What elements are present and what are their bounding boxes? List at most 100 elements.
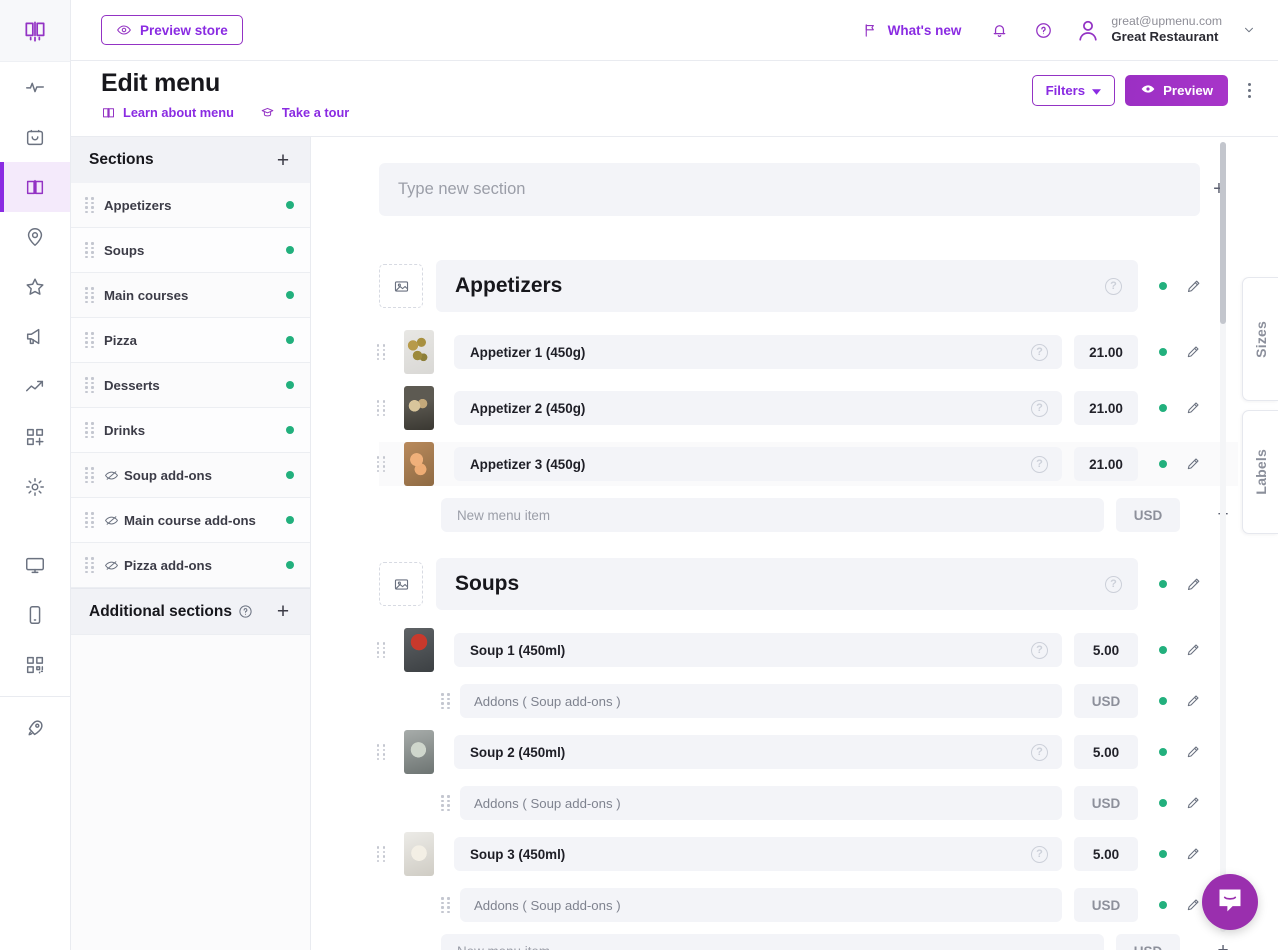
menu-item-name-input[interactable]: Soup 1 (450ml) ? <box>454 633 1062 667</box>
preview-button[interactable]: Preview <box>1125 75 1228 106</box>
item-thumbnail[interactable] <box>404 832 434 876</box>
take-a-tour-link[interactable]: Take a tour <box>260 105 349 120</box>
drag-handle-icon[interactable] <box>85 422 94 438</box>
menu-item-name-input[interactable]: Appetizer 2 (450g) ? <box>454 391 1062 425</box>
sidebar-item-pizza[interactable]: Pizza <box>71 318 310 363</box>
filters-button[interactable]: Filters <box>1031 75 1116 106</box>
item-edit-button[interactable] <box>1178 737 1208 767</box>
new-menu-item-input[interactable]: New menu item <box>441 934 1104 950</box>
item-edit-button[interactable] <box>1178 635 1208 665</box>
drag-handle-icon[interactable] <box>85 287 94 303</box>
rail-item-mobile-app[interactable] <box>0 590 70 640</box>
drag-handle-icon[interactable] <box>85 557 94 573</box>
drag-handle-icon[interactable] <box>376 400 386 416</box>
section-status-toggle[interactable] <box>1148 271 1178 301</box>
item-thumbnail[interactable] <box>404 730 434 774</box>
menu-item-name-input[interactable]: Soup 2 (450ml) ? <box>454 735 1062 769</box>
sidebar-item-pizza-add-ons[interactable]: Pizza add-ons <box>71 543 310 588</box>
rail-item-orders[interactable] <box>0 112 70 162</box>
whats-new-button[interactable]: What's new <box>846 22 978 39</box>
drag-handle-icon[interactable] <box>376 846 386 862</box>
item-edit-button[interactable] <box>1178 393 1208 423</box>
question-circle-icon[interactable]: ? <box>1031 343 1048 361</box>
add-menu-item-button[interactable]: + <box>1208 936 1238 950</box>
menu-item-name-input[interactable]: Appetizer 1 (450g) ? <box>454 335 1062 369</box>
item-edit-button[interactable] <box>1178 449 1208 479</box>
rail-item-whats-new[interactable] <box>0 703 70 753</box>
new-section-input[interactable]: Type new section <box>379 163 1200 216</box>
item-status-toggle[interactable] <box>1148 635 1178 665</box>
addons-status-toggle[interactable] <box>1148 890 1178 920</box>
rail-item-menu[interactable] <box>0 162 70 212</box>
drag-handle-icon[interactable] <box>441 795 450 811</box>
item-status-toggle[interactable] <box>1148 839 1178 869</box>
addons-edit-button[interactable] <box>1178 788 1208 818</box>
drag-handle-icon[interactable] <box>376 344 386 360</box>
intercom-chat-launcher[interactable] <box>1202 874 1258 930</box>
account-menu[interactable]: great@upmenu.com Great Restaurant <box>1065 14 1260 46</box>
page-kebab-menu-icon[interactable] <box>1238 75 1260 106</box>
rail-item-integrations[interactable] <box>0 412 70 462</box>
section-edit-button[interactable] <box>1178 271 1208 301</box>
question-circle-icon[interactable] <box>238 604 253 619</box>
image-placeholder-icon[interactable] <box>379 264 423 308</box>
question-circle-icon[interactable]: ? <box>1105 575 1122 593</box>
menu-item-price-input[interactable]: 21.00 <box>1074 447 1138 481</box>
section-edit-button[interactable] <box>1178 569 1208 599</box>
question-circle-icon[interactable]: ? <box>1105 277 1122 295</box>
item-status-toggle[interactable] <box>1148 737 1178 767</box>
rail-item-settings[interactable] <box>0 462 70 512</box>
question-circle-icon[interactable]: ? <box>1031 455 1048 473</box>
tab-sizes[interactable]: Sizes <box>1242 277 1278 401</box>
item-thumbnail[interactable] <box>404 330 434 374</box>
addons-edit-button[interactable] <box>1178 686 1208 716</box>
menu-item-price-input[interactable]: 5.00 <box>1074 633 1138 667</box>
item-status-toggle[interactable] <box>1148 393 1178 423</box>
sidebar-item-desserts[interactable]: Desserts <box>71 363 310 408</box>
sidebar-item-main-courses[interactable]: Main courses <box>71 273 310 318</box>
drag-handle-icon[interactable] <box>376 744 386 760</box>
app-logo[interactable] <box>0 0 70 62</box>
drag-handle-icon[interactable] <box>85 197 94 213</box>
notifications-button[interactable] <box>977 10 1021 50</box>
item-status-toggle[interactable] <box>1148 337 1178 367</box>
rail-item-locations[interactable] <box>0 212 70 262</box>
rail-item-dashboard[interactable] <box>0 62 70 112</box>
addons-status-toggle[interactable] <box>1148 686 1178 716</box>
item-edit-button[interactable] <box>1178 337 1208 367</box>
rail-item-marketing[interactable] <box>0 312 70 362</box>
menu-item-price-input[interactable]: 21.00 <box>1074 335 1138 369</box>
drag-handle-icon[interactable] <box>376 642 386 658</box>
canvas-scrollbar-thumb[interactable] <box>1220 142 1226 324</box>
drag-handle-icon[interactable] <box>441 897 450 913</box>
rail-item-reviews[interactable] <box>0 262 70 312</box>
preview-store-button[interactable]: Preview store <box>101 15 243 45</box>
tab-labels[interactable]: Labels <box>1242 410 1278 534</box>
item-status-toggle[interactable] <box>1148 449 1178 479</box>
question-circle-icon[interactable]: ? <box>1031 399 1048 417</box>
menu-item-name-input[interactable]: Appetizer 3 (450g) ? <box>454 447 1062 481</box>
canvas-scrollbar[interactable] <box>1220 142 1226 932</box>
question-circle-icon[interactable]: ? <box>1031 845 1048 863</box>
sidebar-item-soups[interactable]: Soups <box>71 228 310 273</box>
drag-handle-icon[interactable] <box>85 467 94 483</box>
drag-handle-icon[interactable] <box>441 693 450 709</box>
section-title-input[interactable]: Soups ? <box>436 558 1138 610</box>
drag-handle-icon[interactable] <box>85 332 94 348</box>
learn-about-menu-link[interactable]: Learn about menu <box>101 105 234 120</box>
addons-label-input[interactable]: Addons ( Soup add-ons ) <box>460 786 1062 820</box>
question-circle-icon[interactable]: ? <box>1031 641 1048 659</box>
section-status-toggle[interactable] <box>1148 569 1178 599</box>
section-title-input[interactable]: Appetizers ? <box>436 260 1138 312</box>
menu-item-price-input[interactable]: 5.00 <box>1074 837 1138 871</box>
item-thumbnail[interactable] <box>404 386 434 430</box>
new-menu-item-input[interactable]: New menu item <box>441 498 1104 532</box>
drag-handle-icon[interactable] <box>85 512 94 528</box>
item-thumbnail[interactable] <box>404 442 434 486</box>
addons-label-input[interactable]: Addons ( Soup add-ons ) <box>460 684 1062 718</box>
add-new-section-button[interactable]: + <box>1200 178 1238 201</box>
menu-item-price-input[interactable]: 5.00 <box>1074 735 1138 769</box>
question-circle-icon[interactable]: ? <box>1031 743 1048 761</box>
rail-item-qr-code[interactable] <box>0 640 70 690</box>
drag-handle-icon[interactable] <box>376 456 386 472</box>
